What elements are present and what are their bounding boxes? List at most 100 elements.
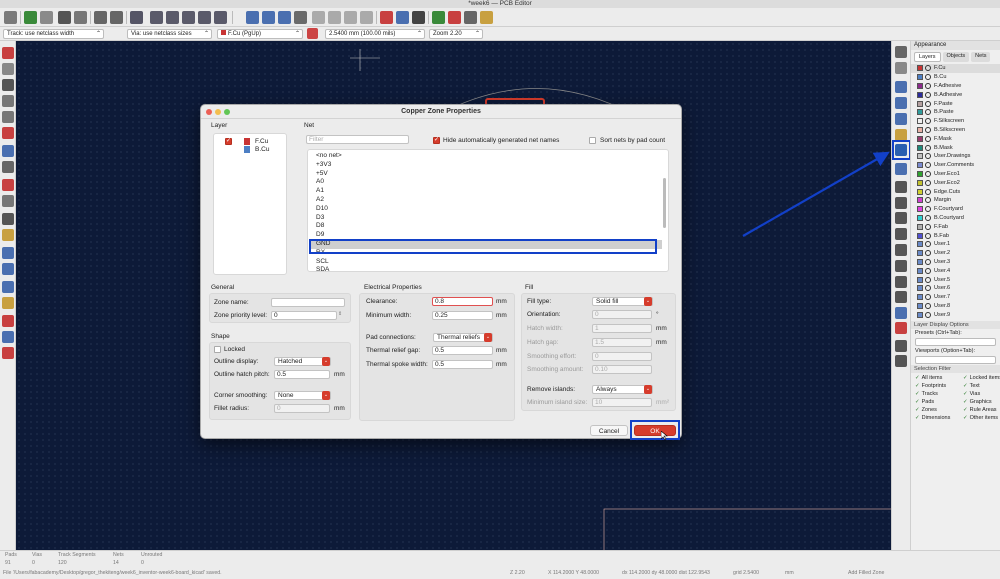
- search-panel-icon[interactable]: [2, 297, 14, 309]
- layer-row[interactable]: B.Paste: [911, 108, 1000, 117]
- visibility-eye-icon[interactable]: [925, 267, 931, 274]
- layer-color-swatch[interactable]: [917, 162, 923, 169]
- locked-checkbox[interactable]: [214, 346, 221, 353]
- flip-icon[interactable]: [278, 11, 291, 24]
- layer-row[interactable]: User.3: [911, 258, 1000, 267]
- zone-priority-input[interactable]: 0: [271, 311, 337, 320]
- corner-smoothing-select[interactable]: None ⌄: [274, 391, 331, 400]
- layer-display-options[interactable]: Layer Display Options: [911, 321, 1000, 330]
- visibility-eye-icon[interactable]: [925, 214, 931, 221]
- layer-color-swatch[interactable]: [917, 267, 923, 274]
- visibility-eye-icon[interactable]: [925, 285, 931, 292]
- net-list-item[interactable]: A2: [316, 196, 324, 205]
- pad-connections-select[interactable]: Thermal reliefs ⌄: [433, 333, 493, 342]
- layer-row[interactable]: User.7: [911, 293, 1000, 302]
- measure-icon[interactable]: [895, 355, 907, 367]
- rotate-ccw-icon[interactable]: [246, 11, 259, 24]
- unlock-icon[interactable]: [360, 11, 373, 24]
- layer-color-swatch[interactable]: [917, 135, 923, 142]
- visibility-eye-icon[interactable]: [925, 118, 931, 125]
- layer-row[interactable]: F.Fab: [911, 222, 1000, 231]
- drc-icon[interactable]: [448, 11, 461, 24]
- viewports-select[interactable]: [915, 356, 996, 365]
- layer-row[interactable]: Margin: [911, 196, 1000, 205]
- visibility-eye-icon[interactable]: [925, 82, 931, 89]
- layer-row[interactable]: F.Cu: [911, 64, 1000, 73]
- properties-panel-icon[interactable]: [2, 315, 14, 327]
- cursor-shape-icon[interactable]: [2, 145, 14, 157]
- layer-row[interactable]: F.Courtyard: [911, 205, 1000, 214]
- zoom-object-icon[interactable]: [214, 11, 227, 24]
- visibility-eye-icon[interactable]: [925, 162, 931, 169]
- select-tool-icon[interactable]: [895, 46, 907, 58]
- net-list-item[interactable]: D3: [316, 214, 324, 223]
- drc-markers-icon[interactable]: [2, 47, 14, 59]
- sort-by-pad-checkbox[interactable]: [589, 137, 596, 144]
- layer-color-swatch[interactable]: [917, 109, 923, 116]
- layer-color-swatch[interactable]: [917, 82, 923, 89]
- footprint-editor-icon[interactable]: [396, 11, 409, 24]
- layer-fcu-checkbox[interactable]: ✓: [225, 138, 232, 145]
- lock-icon[interactable]: [344, 11, 357, 24]
- visibility-eye-icon[interactable]: [925, 126, 931, 133]
- visibility-eye-icon[interactable]: [925, 250, 931, 257]
- layer-row[interactable]: User.Eco1: [911, 170, 1000, 179]
- layer-color-swatch[interactable]: [917, 91, 923, 98]
- via-size-select[interactable]: Via: use netclass sizes ⌃: [127, 29, 212, 39]
- visibility-eye-icon[interactable]: [925, 188, 931, 195]
- visibility-eye-icon[interactable]: [925, 179, 931, 186]
- track-outline-icon[interactable]: [2, 247, 14, 259]
- layer-row[interactable]: User.8: [911, 302, 1000, 311]
- print-icon[interactable]: [58, 11, 71, 24]
- ratsnest-icon[interactable]: [2, 161, 14, 173]
- visibility-eye-icon[interactable]: [925, 65, 931, 72]
- layer-select[interactable]: F.Cu (PgUp) ⌃: [217, 29, 303, 39]
- selection-filter-item[interactable]: ✓ Tracks: [915, 390, 963, 398]
- layer-color-swatch[interactable]: [917, 188, 923, 195]
- visibility-eye-icon[interactable]: [925, 135, 931, 142]
- layer-row[interactable]: B.Fab: [911, 231, 1000, 240]
- hatch-pitch-input[interactable]: 0.5: [274, 370, 330, 379]
- add-image-icon[interactable]: [895, 260, 907, 272]
- min-island-input[interactable]: 10: [592, 398, 652, 407]
- python-icon[interactable]: [480, 11, 493, 24]
- visibility-eye-icon[interactable]: [925, 91, 931, 98]
- layer-row[interactable]: User.5: [911, 275, 1000, 284]
- visibility-eye-icon[interactable]: [925, 197, 931, 204]
- layer-row[interactable]: B.Cu: [911, 73, 1000, 82]
- visibility-eye-icon[interactable]: [925, 100, 931, 107]
- cancel-button[interactable]: Cancel: [590, 425, 628, 436]
- presets-select[interactable]: [915, 338, 996, 347]
- route-track-icon[interactable]: [895, 97, 907, 109]
- 3d-viewer-icon[interactable]: [432, 11, 445, 24]
- hatch-width-input[interactable]: 1: [592, 324, 652, 333]
- layer-color-swatch[interactable]: [917, 144, 923, 151]
- stepper-arrows-icon[interactable]: ⇕: [338, 311, 342, 317]
- visibility-eye-icon[interactable]: [925, 294, 931, 301]
- save-icon[interactable]: [4, 11, 17, 24]
- layer-color-swatch[interactable]: [917, 179, 923, 186]
- hide-auto-nets-checkbox[interactable]: ✓: [433, 137, 440, 144]
- tab-nets[interactable]: Nets: [971, 52, 991, 62]
- zone-fill-icon[interactable]: [2, 195, 14, 207]
- selection-filter-item[interactable]: ✓ Other items: [963, 414, 1000, 422]
- net-list-item[interactable]: D8: [316, 222, 324, 231]
- orientation-input[interactable]: 0: [592, 310, 652, 319]
- layer-row[interactable]: User.2: [911, 249, 1000, 258]
- smoothing-amount-input[interactable]: 0.10: [592, 365, 652, 374]
- relief-gap-input[interactable]: 0.5: [432, 346, 493, 355]
- layer-row[interactable]: User.Eco2: [911, 178, 1000, 187]
- via-outline-icon[interactable]: [2, 229, 14, 241]
- zoom-select[interactable]: Zoom 2.20 ⌃: [429, 29, 483, 39]
- layer-color-swatch[interactable]: [917, 223, 923, 230]
- selection-filter-item[interactable]: ✓ Zones: [915, 406, 963, 414]
- delete-tool-icon[interactable]: [895, 322, 907, 334]
- visibility-eye-icon[interactable]: [925, 144, 931, 151]
- layer-color-swatch[interactable]: [917, 118, 923, 125]
- layer-pair-icon[interactable]: [307, 28, 318, 39]
- visibility-eye-icon[interactable]: [925, 232, 931, 239]
- minimize-window-icon[interactable]: [215, 109, 221, 115]
- visibility-eye-icon[interactable]: [925, 153, 931, 160]
- selection-filter-item[interactable]: ✓ Pads: [915, 398, 963, 406]
- layer-color-swatch[interactable]: [917, 258, 923, 265]
